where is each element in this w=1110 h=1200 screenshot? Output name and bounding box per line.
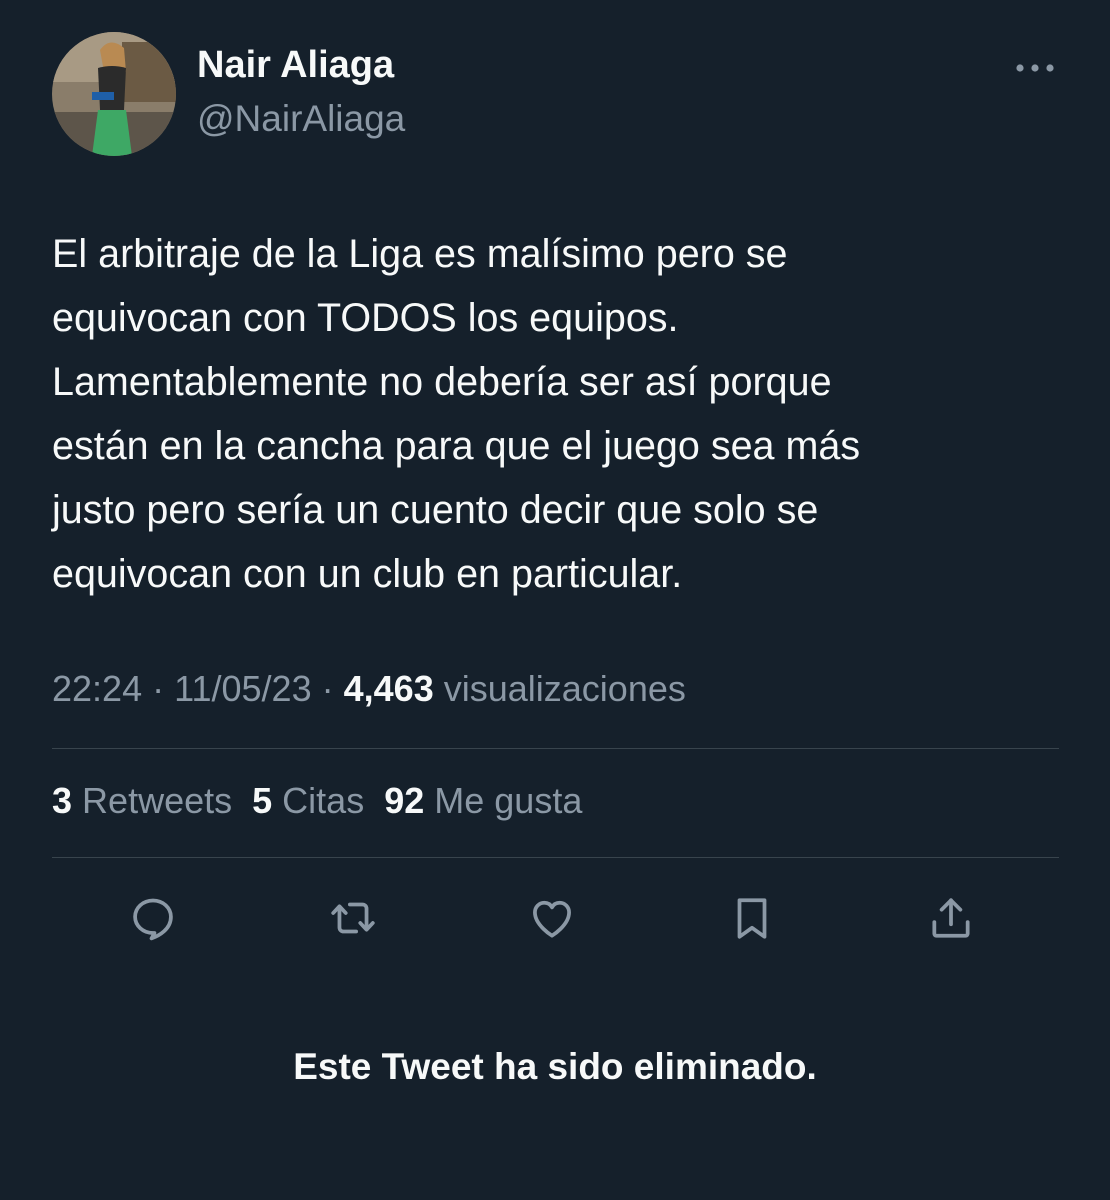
quotes-label: Citas [282, 780, 365, 821]
retweet-icon[interactable] [323, 888, 383, 948]
engagement-stats: 3 Retweets 5 Citas 92 Me gusta [52, 780, 602, 822]
divider [52, 748, 1059, 749]
retweets-stat[interactable]: 3 Retweets [52, 780, 232, 821]
tweet-time[interactable]: 22:24 [52, 668, 142, 709]
tweet-meta: 22:24 · 11/05/23 · 4,463 visualizaciones [52, 668, 686, 710]
meta-separator: · [321, 668, 334, 709]
author-display-name[interactable]: Nair Aliaga [197, 44, 394, 87]
avatar-photo [52, 32, 176, 156]
tweet-text: El arbitraje de la Liga es malísimo pero… [52, 232, 861, 596]
share-icon[interactable] [921, 888, 981, 948]
views-label: visualizaciones [443, 668, 686, 709]
meta-separator: · [152, 668, 165, 709]
likes-count: 92 [384, 780, 425, 821]
quotes-stat[interactable]: 5 Citas [252, 780, 364, 821]
likes-stat[interactable]: 92 Me gusta [384, 780, 582, 821]
deleted-notice: Este Tweet ha sido eliminado. [293, 1046, 817, 1087]
quotes-count: 5 [252, 780, 273, 821]
author-handle[interactable]: @NairAliaga [197, 98, 405, 140]
avatar[interactable] [52, 32, 176, 156]
retweets-label: Retweets [82, 780, 233, 821]
reply-icon[interactable] [123, 888, 183, 948]
views-count: 4,463 [343, 668, 434, 709]
retweets-count: 3 [52, 780, 73, 821]
like-icon[interactable] [522, 888, 582, 948]
tweet-date[interactable]: 11/05/23 [174, 668, 311, 709]
likes-label: Me gusta [434, 780, 583, 821]
divider [52, 857, 1059, 858]
bookmark-icon[interactable] [722, 888, 782, 948]
more-options-icon[interactable] [1010, 50, 1060, 86]
